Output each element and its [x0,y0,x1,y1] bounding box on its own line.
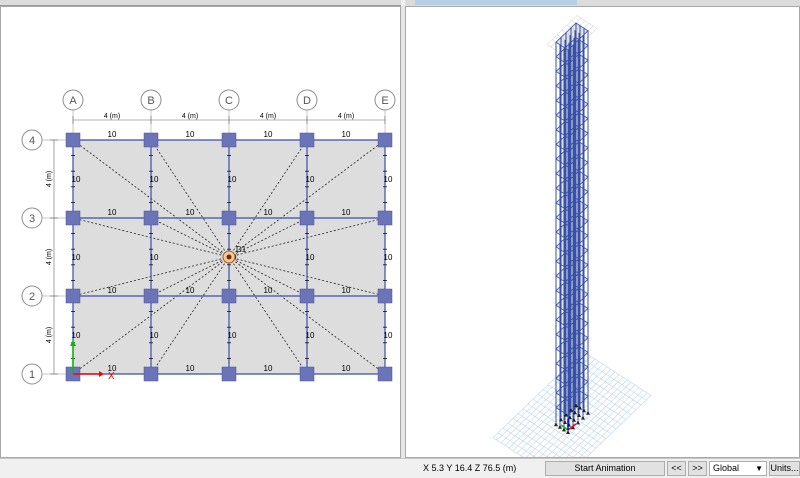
column[interactable] [221,132,237,148]
diaphragm-center-dot [226,254,232,260]
beam-size-label: 10 [342,130,351,139]
grid-label-4: 4 [29,135,35,147]
plan-view-pane[interactable]: 10 10 10 10 10 10 10 10 10 10 10 10 10 10 10 10 10 10 10 10… [0,6,401,458]
column[interactable] [143,132,159,148]
beam-size-label: 10 [264,130,273,139]
beam-size-label: 10 [150,331,159,340]
status-bar: X 5.3 Y 16.4 Z 76.5 (m) Start Animation … [0,458,800,478]
grid-label-D: D [303,95,311,107]
beam-size-label: 10 [108,286,117,295]
beam-size-label: 10 [72,253,81,262]
beam-size-label: 10 [264,364,273,373]
plan-view-canvas[interactable]: 10 10 10 10 10 10 10 10 10 10 10 10 10 10 10 10 10 10 10 10… [1,7,401,458]
step-back-button[interactable]: << [667,461,686,476]
coordinate-system-select[interactable]: Global ▼ [709,461,767,476]
beam-size-label: 10 [186,364,195,373]
column[interactable] [65,288,81,304]
beam-size-label: 10 [186,208,195,217]
diaphragm-label: D1 [236,245,247,254]
cursor-coordinates: X 5.3 Y 16.4 Z 76.5 (m) [423,463,517,473]
beam-size-label: 10 [150,253,159,262]
beam-size-label: 10 [186,286,195,295]
column[interactable] [65,210,81,226]
dimension-label: 4 (m) [46,327,53,343]
column[interactable] [299,366,315,382]
3d-view-canvas[interactable] [406,7,800,458]
dimension-label: 4 (m) [338,113,354,120]
beam-size-label: 10 [72,331,81,340]
column[interactable] [143,210,159,226]
dimension-label: 4 (m) [182,113,198,120]
column[interactable] [221,366,237,382]
beam-size-label: 10 [72,175,81,184]
beam-size-label: 10 [384,331,393,340]
dimension-label: 4 (m) [104,113,120,120]
chevron-down-icon: ▼ [755,464,763,473]
units-button[interactable]: Units... [769,461,800,476]
beam-size-label: 10 [306,253,315,262]
beam-size-label: 10 [108,130,117,139]
grid-label-3: 3 [29,213,35,225]
grid-label-A: A [69,95,77,107]
step-forward-button[interactable]: >> [688,461,707,476]
3d-view-pane[interactable] [405,6,800,458]
x-axis-label: X [108,371,115,382]
beam-size-label: 10 [228,175,237,184]
beam-size-label: 10 [186,130,195,139]
dimension-label: 4 (m) [260,113,276,120]
column[interactable] [221,288,237,304]
column[interactable] [377,210,393,226]
beam-size-label: 10 [108,208,117,217]
beam-size-label: 10 [150,175,159,184]
column[interactable] [299,210,315,226]
active-tab-indicator [415,0,577,5]
beam-size-label: 10 [306,331,315,340]
dimension-label: 4 (m) [46,171,53,187]
grid-label-C: C [225,95,233,107]
column[interactable] [221,210,237,226]
beam-size-label: 10 [306,175,315,184]
column[interactable] [143,288,159,304]
coordinate-system-value: Global [713,463,740,473]
beam-size-label: 10 [342,208,351,217]
beam-size-label: 10 [342,364,351,373]
column[interactable] [299,132,315,148]
column[interactable] [299,288,315,304]
ground-grid-line [508,361,600,449]
column[interactable] [377,366,393,382]
column[interactable] [143,366,159,382]
beam-size-label: 10 [384,253,393,262]
grid-label-E: E [381,95,388,107]
start-animation-button[interactable]: Start Animation [545,461,665,476]
column[interactable] [377,132,393,148]
column[interactable] [65,132,81,148]
grid-label-1: 1 [29,369,35,381]
beam-size-label: 10 [384,175,393,184]
grid-label-2: 2 [29,291,35,303]
beam-size-label: 10 [264,286,273,295]
dimension-label: 4 (m) [46,249,53,265]
grid-label-B: B [147,95,154,107]
column[interactable] [377,288,393,304]
beam-size-label: 10 [264,208,273,217]
beam-size-label: 10 [228,331,237,340]
beam-size-label: 10 [342,286,351,295]
